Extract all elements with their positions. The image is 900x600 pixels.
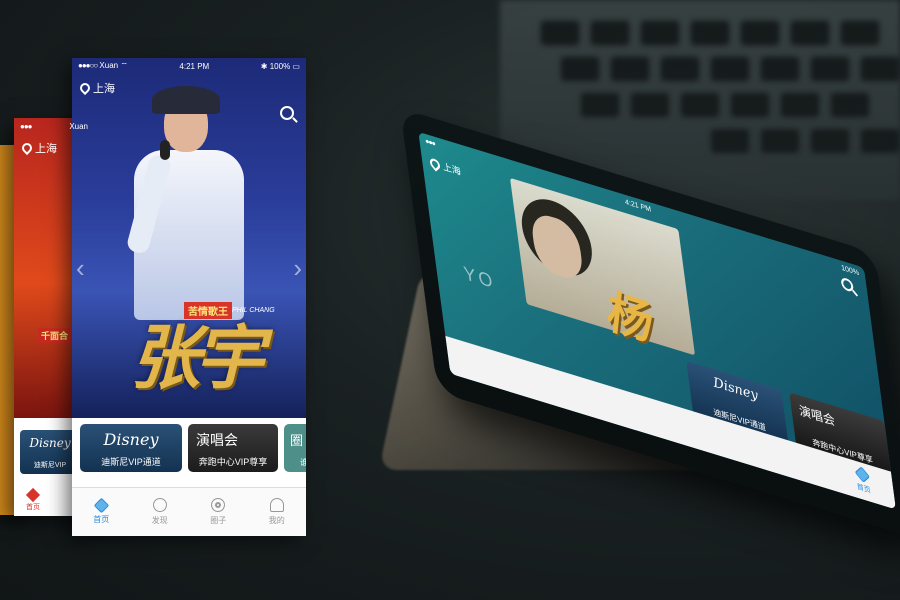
singer-hat xyxy=(152,86,220,114)
phone-screen-main: 张宇 苦情歌王 PHIL CHANG ‹ › ●●●○○ Xuan ⌔ 4:21… xyxy=(72,58,306,536)
carrier-label: Xuan xyxy=(99,61,119,70)
show-badge: 苦情歌王 xyxy=(184,302,232,319)
tab-discover-label: 发现 xyxy=(151,516,168,525)
diamond-icon xyxy=(93,497,110,513)
card-label: 迪斯尼VIP xyxy=(33,462,67,469)
hero-english-name: PHIL CHANG xyxy=(232,307,275,314)
tab-discover[interactable]: 发现 xyxy=(152,498,168,526)
disney-logo: Disney xyxy=(103,430,159,449)
location-pin-icon xyxy=(19,140,35,156)
location-label: 上海 xyxy=(442,161,462,178)
carousel-next-icon[interactable]: › xyxy=(293,253,302,284)
user-icon xyxy=(269,498,284,512)
card-label: 谁 xyxy=(300,458,306,467)
location-pin-icon xyxy=(77,80,93,96)
signal-icon: ●●●○○ xyxy=(78,61,98,70)
tab-home[interactable]: 首页 xyxy=(93,497,110,525)
signal-icon: ●●● xyxy=(424,137,436,148)
disc-icon xyxy=(211,498,226,512)
card-label: 迪斯尼VIP通道 xyxy=(101,457,161,467)
card-title: 圈 xyxy=(290,433,304,448)
compass-icon xyxy=(152,498,167,512)
hero-banner[interactable]: 张宇 苦情歌王 PHIL CHANG ‹ › xyxy=(72,58,306,418)
card-concert[interactable]: 演唱会 奔跑中心VIP尊享 xyxy=(188,424,278,472)
carrier-label: Xuan xyxy=(69,121,88,131)
location-label: 上海 xyxy=(35,143,57,155)
status-time: 4:21 PM xyxy=(624,198,652,214)
card-third[interactable]: 圈 谁 xyxy=(284,424,306,472)
hero-photo[interactable] xyxy=(509,177,696,356)
diamond-icon xyxy=(25,487,41,503)
tab-circle[interactable]: 圈子 xyxy=(210,498,226,526)
battery-label: 100% xyxy=(269,61,291,71)
location-label: 上海 xyxy=(93,83,115,95)
card-label: 奔跑中心VIP尊享 xyxy=(198,457,268,467)
search-icon[interactable] xyxy=(840,276,855,293)
tab-home[interactable]: 首页 xyxy=(25,487,41,512)
battery-group: ✱ 100% ▭ xyxy=(261,62,300,71)
tab-profile[interactable]: 我的 xyxy=(269,498,285,526)
battery-label: 100% xyxy=(840,264,860,277)
tab-home-label: 首页 xyxy=(26,504,40,511)
hero-yo-text: YO xyxy=(462,262,497,293)
status-time: 4:21 PM xyxy=(179,61,210,71)
signal-carrier: ●●●○○ Xuan ⌔ xyxy=(78,61,128,71)
card-disney-vip[interactable]: Disney 迪斯尼VIP xyxy=(20,430,80,474)
card-title: 演唱会 xyxy=(196,432,238,448)
bottom-tab-bar: 首页 发现 圈子 我的 xyxy=(72,487,306,536)
tab-circle-label: 圈子 xyxy=(210,516,227,525)
location-selector[interactable]: 上海 xyxy=(427,155,462,178)
location-selector[interactable]: 上海 xyxy=(19,140,57,156)
status-bar: ●●●○○ Xuan ⌔ 4:21 PM ✱ 100% ▭ xyxy=(72,58,306,74)
show-badge: 千面合 xyxy=(38,328,72,343)
microphone-icon xyxy=(160,140,170,160)
card-disney-vip[interactable]: Disney 迪斯尼VIP通道 xyxy=(80,424,182,472)
wifi-icon: ⌔ xyxy=(120,61,128,70)
disney-logo: Disney xyxy=(29,436,71,450)
bluetooth-icon: ✱ xyxy=(260,61,268,71)
signal-icon: ●●● xyxy=(20,121,32,131)
carousel-prev-icon[interactable]: ‹ xyxy=(76,253,85,284)
location-pin-icon xyxy=(427,156,442,172)
diamond-icon xyxy=(854,466,870,483)
location-selector[interactable]: 上海 xyxy=(77,80,115,96)
tab-profile-label: 我的 xyxy=(268,516,285,525)
search-icon[interactable] xyxy=(280,106,294,120)
battery-icon: ▭ xyxy=(292,61,300,71)
status-bar: ●●● Xuan xyxy=(14,118,94,134)
tab-home-label: 首页 xyxy=(856,483,872,495)
promo-card-row: Disney 迪斯尼VIP通道 演唱会 奔跑中心VIP尊享 圈 谁 xyxy=(72,424,306,476)
tab-home-label: 首页 xyxy=(93,514,110,524)
card-title: 演唱会 xyxy=(798,403,836,429)
tab-home[interactable]: 首页 xyxy=(854,466,872,496)
